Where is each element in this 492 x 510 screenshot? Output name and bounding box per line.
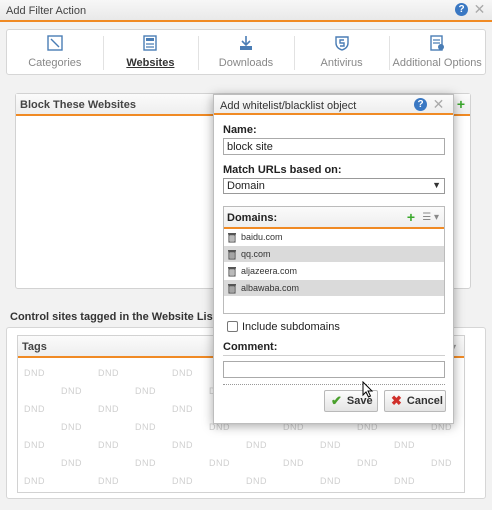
trash-icon[interactable] bbox=[227, 265, 237, 277]
tab-websites[interactable]: Websites bbox=[102, 30, 199, 74]
tag-placeholder: DND bbox=[431, 458, 452, 468]
help-icon[interactable]: ? bbox=[414, 98, 427, 111]
cancel-label: Cancel bbox=[406, 395, 443, 407]
tag-placeholder: DND bbox=[24, 368, 45, 378]
category-tabbar: Categories Websites Downloads Antivirus … bbox=[6, 29, 486, 75]
include-subdomains-checkbox[interactable] bbox=[227, 321, 238, 332]
tag-placeholder: DND bbox=[98, 404, 119, 414]
comment-divider bbox=[223, 355, 445, 356]
buttons-divider bbox=[223, 384, 445, 385]
list-menu-icon[interactable]: ☰ ▾ bbox=[422, 212, 439, 223]
x-icon: ✖ bbox=[391, 393, 402, 408]
antivirus-icon bbox=[334, 36, 349, 51]
domain-text: qq.com bbox=[241, 249, 271, 259]
tag-placeholder: DND bbox=[172, 476, 193, 486]
tag-placeholder: DND bbox=[98, 476, 119, 486]
name-field[interactable] bbox=[223, 138, 445, 155]
websites-icon bbox=[143, 35, 158, 51]
domain-row[interactable]: aljazeera.com bbox=[224, 263, 444, 280]
tags-title: Tags bbox=[22, 341, 47, 353]
tab-label: Downloads bbox=[218, 57, 274, 69]
tab-label: Antivirus bbox=[320, 57, 363, 69]
close-icon[interactable]: ✕ bbox=[432, 97, 445, 111]
tab-label: Websites bbox=[126, 57, 175, 69]
tag-placeholder: DND bbox=[135, 422, 156, 432]
tag-placeholder: DND bbox=[135, 458, 156, 468]
additional-options-icon bbox=[430, 35, 445, 51]
tag-placeholder: DND bbox=[172, 404, 193, 414]
categories-icon bbox=[47, 35, 63, 51]
tag-placeholder: DND bbox=[320, 440, 341, 450]
cancel-button[interactable]: ✖ Cancel bbox=[384, 390, 446, 412]
add-domain-icon[interactable]: + bbox=[407, 209, 415, 225]
checkmark-icon: ✔ bbox=[331, 393, 342, 408]
trash-icon[interactable] bbox=[227, 248, 237, 260]
tag-placeholder: DND bbox=[61, 458, 82, 468]
match-urls-label: Match URLs based on: bbox=[223, 164, 342, 176]
domain-text: albawaba.com bbox=[241, 283, 300, 293]
mouse-cursor-icon bbox=[362, 381, 374, 398]
comment-label: Comment: bbox=[223, 341, 278, 353]
website-list-section-label: Control sites tagged in the Website List bbox=[10, 311, 217, 323]
tab-antivirus[interactable]: Antivirus bbox=[293, 30, 390, 74]
domain-row[interactable]: baidu.com bbox=[224, 229, 444, 246]
tab-downloads[interactable]: Downloads bbox=[198, 30, 294, 74]
domain-text: aljazeera.com bbox=[241, 266, 298, 276]
tag-placeholder: DND bbox=[283, 458, 304, 468]
comment-field[interactable] bbox=[223, 361, 445, 378]
dialog-header: Add whitelist/blacklist object ? ✕ bbox=[214, 95, 453, 115]
tag-placeholder: DND bbox=[246, 440, 267, 450]
tag-placeholder: DND bbox=[357, 458, 378, 468]
dialog-title: Add whitelist/blacklist object bbox=[220, 100, 357, 112]
name-label: Name: bbox=[223, 124, 257, 136]
tag-placeholder: DND bbox=[172, 368, 193, 378]
dialog-header-icons: ? ✕ bbox=[414, 97, 445, 111]
tag-placeholder: DND bbox=[394, 440, 415, 450]
tag-placeholder: DND bbox=[394, 476, 415, 486]
tag-placeholder: DND bbox=[320, 476, 341, 486]
tab-additional-options[interactable]: Additional Options bbox=[389, 30, 485, 74]
domain-text: baidu.com bbox=[241, 232, 283, 242]
tag-placeholder: DND bbox=[135, 386, 156, 396]
domain-row[interactable]: qq.com bbox=[224, 246, 444, 263]
tab-categories[interactable]: Categories bbox=[7, 30, 103, 74]
tag-placeholder: DND bbox=[172, 440, 193, 450]
add-website-icon[interactable]: + bbox=[457, 96, 465, 112]
tag-placeholder: DND bbox=[61, 386, 82, 396]
tag-placeholder: DND bbox=[246, 476, 267, 486]
trash-icon[interactable] bbox=[227, 282, 237, 294]
dialog-titlebar: Add Filter Action ? ✕ bbox=[0, 0, 492, 22]
match-urls-value: Domain bbox=[227, 180, 265, 192]
tab-label: Categories bbox=[28, 57, 82, 69]
block-websites-title: Block These Websites bbox=[20, 99, 136, 111]
tag-placeholder: DND bbox=[61, 422, 82, 432]
chevron-down-icon: ▼ bbox=[432, 180, 441, 190]
include-subdomains-label: Include subdomains bbox=[242, 321, 340, 333]
match-urls-select[interactable]: Domain ▼ bbox=[223, 178, 445, 194]
downloads-icon bbox=[239, 36, 252, 50]
trash-icon[interactable] bbox=[227, 231, 237, 243]
whitelist-blacklist-dialog: Add whitelist/blacklist object ? ✕ Name:… bbox=[213, 94, 454, 424]
domain-row[interactable]: albawaba.com bbox=[224, 280, 444, 297]
titlebar-icons: ? ✕ bbox=[455, 2, 486, 16]
close-icon[interactable]: ✕ bbox=[473, 2, 486, 16]
tag-placeholder: DND bbox=[98, 368, 119, 378]
tag-placeholder: DND bbox=[209, 458, 230, 468]
tag-placeholder: DND bbox=[24, 404, 45, 414]
help-icon[interactable]: ? bbox=[455, 3, 468, 16]
domains-title: Domains: bbox=[227, 212, 278, 224]
tab-label: Additional Options bbox=[392, 57, 482, 69]
domains-header: Domains: + ☰ ▾ bbox=[224, 207, 444, 229]
tag-placeholder: DND bbox=[24, 476, 45, 486]
domains-list: Domains: + ☰ ▾ baidu.com qq.com aljazeer… bbox=[223, 206, 445, 314]
tag-placeholder: DND bbox=[24, 440, 45, 450]
tag-placeholder: DND bbox=[98, 440, 119, 450]
dialog-title: Add Filter Action bbox=[6, 5, 87, 17]
